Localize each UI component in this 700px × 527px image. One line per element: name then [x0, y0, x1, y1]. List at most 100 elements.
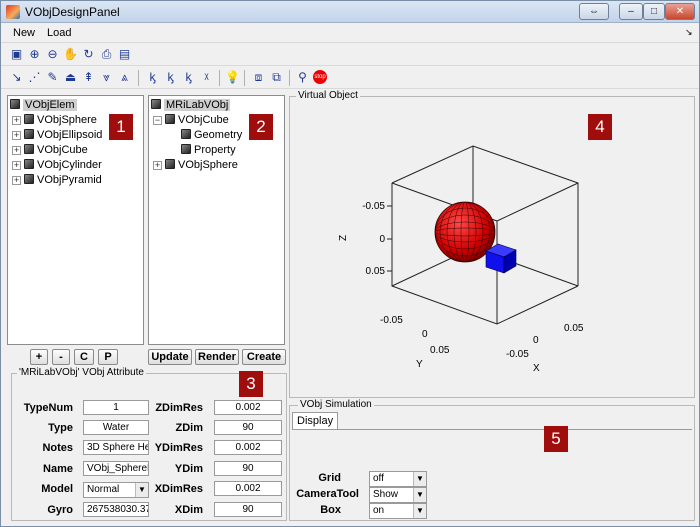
3d-viewport[interactable]: -0.05 0 0.05 Z -0.05 0 0.05 Y 0.05 0 -0.… [290, 101, 694, 396]
cube-icon [181, 129, 191, 139]
cube-icon [24, 159, 34, 169]
menu-load[interactable]: Load [47, 27, 71, 39]
tree-item-property[interactable]: Property [181, 143, 236, 158]
dropdown-arrow-icon[interactable]: ▼ [413, 504, 426, 518]
tool-e-icon[interactable]: ⩔ [99, 70, 114, 85]
tool-j-icon[interactable]: ᵡ [199, 70, 214, 85]
tool-i-icon[interactable]: ᶄ [181, 70, 196, 85]
tree-item-vobjsphere[interactable]: + VObjSphere [153, 158, 238, 173]
copy-button[interactable]: C [74, 349, 94, 365]
grid-select[interactable]: off ▼ [369, 471, 427, 487]
model-value: Normal [87, 484, 120, 495]
ydim-label: YDim [174, 463, 203, 475]
render-button[interactable]: Render [195, 349, 239, 365]
dropdown-arrow-icon[interactable]: ▼ [413, 472, 426, 486]
tree-item-geometry[interactable]: Geometry [181, 128, 242, 143]
tool-f-icon[interactable]: ⩓ [117, 70, 132, 85]
light-bulb-icon[interactable]: 💡 [225, 70, 240, 85]
tree-item-vobjcube[interactable]: + VObjCube [12, 143, 88, 158]
print-icon[interactable]: ⎙ [99, 47, 114, 62]
tool-c-icon[interactable]: ⏏ [63, 70, 78, 85]
y-axis-label: Y [416, 359, 423, 370]
add-button[interactable]: + [30, 349, 48, 365]
z-tick-label: -0.05 [362, 201, 385, 212]
tab-display[interactable]: Display [292, 412, 339, 429]
cube-frame-icon[interactable]: ⧉ [269, 70, 284, 85]
model-select[interactable]: Normal ▼ [83, 482, 149, 498]
tree-item-vobjpyramid[interactable]: + VObjPyramid [12, 173, 102, 188]
minimize-button[interactable]: – [619, 3, 643, 20]
update-button[interactable]: Update [148, 349, 192, 365]
grid-label: Grid [318, 472, 341, 484]
menu-new[interactable]: New [13, 27, 35, 39]
tool-h-icon[interactable]: ᶄ [163, 70, 178, 85]
type-field[interactable]: Water [83, 420, 149, 435]
legend-icon[interactable]: ▤ [117, 47, 132, 62]
collapse-icon[interactable]: − [153, 116, 162, 125]
x-tick-label: 0 [533, 335, 539, 346]
zdim-field[interactable]: 90 [214, 420, 282, 435]
zoom-out-icon[interactable]: ⊖ [45, 47, 60, 62]
tool-g-icon[interactable]: ᶄ [145, 70, 160, 85]
z-tick-label: 0.05 [366, 266, 386, 277]
dropdown-arrow-icon[interactable]: ▼ [135, 483, 148, 497]
tree-item-vobjellipsoid[interactable]: + VObjEllipsoid [12, 128, 102, 143]
cube-icon [24, 144, 34, 154]
x-axis-label: X [533, 363, 540, 374]
cameratool-select[interactable]: Show ▼ [369, 487, 427, 503]
tree-item-vobjsphere[interactable]: + VObjSphere [12, 113, 97, 128]
save-icon[interactable]: ▣ [9, 47, 24, 62]
title-bar: VObjDesignPanel ⇔ – □ ✕ [1, 1, 699, 23]
notes-field[interactable]: 3D Sphere Head [83, 440, 149, 455]
expand-icon[interactable]: + [12, 161, 21, 170]
expand-icon[interactable]: + [153, 161, 162, 170]
tree-item-vobjcube[interactable]: − VObjCube [153, 113, 229, 128]
create-button[interactable]: Create [242, 349, 286, 365]
ydimres-field[interactable]: 0.002 [214, 440, 282, 455]
rotate-icon[interactable]: ↻ [81, 47, 96, 62]
app-icon [6, 5, 20, 19]
ydim-field[interactable]: 90 [214, 461, 282, 476]
xdimres-field[interactable]: 0.002 [214, 481, 282, 496]
paste-button[interactable]: P [98, 349, 118, 365]
zdimres-label: ZDimRes [155, 402, 203, 414]
zdimres-field[interactable]: 0.002 [214, 400, 282, 415]
box-select[interactable]: on ▼ [369, 503, 427, 519]
z-tick-label: 0 [379, 234, 385, 245]
dropdown-arrow-icon[interactable]: ▼ [413, 488, 426, 502]
tree-item-label: VObjCube [37, 144, 88, 156]
typenum-field[interactable]: 1 [83, 400, 149, 415]
y-tick-label: 0.05 [430, 345, 450, 356]
tree-item-label: Property [194, 144, 236, 156]
tool-k-icon[interactable]: ⚲ [295, 70, 310, 85]
stop-icon[interactable]: stop [313, 70, 327, 84]
tool-b-icon[interactable]: ✎ [45, 70, 60, 85]
remove-button[interactable]: - [52, 349, 70, 365]
cube-3d-icon[interactable]: ⧈ [251, 70, 266, 85]
menu-bar: New Load ↘ [1, 24, 699, 43]
gyro-field[interactable]: 267538030.3797 [83, 502, 149, 517]
expand-icon[interactable]: + [12, 146, 21, 155]
tool-a-icon[interactable]: ⋰ [27, 70, 42, 85]
tree-item-label: VObjCylinder [37, 159, 102, 171]
tree-item-vobjcylinder[interactable]: + VObjCylinder [12, 158, 102, 173]
add-vertex-icon[interactable]: ↘ [9, 70, 24, 85]
cube-icon [24, 174, 34, 184]
badge-5: 5 [544, 426, 568, 452]
menu-overflow-icon[interactable]: ↘ [685, 27, 693, 38]
tree-root-vobjelem[interactable]: VObjElem [10, 98, 77, 113]
xdim-field[interactable]: 90 [214, 502, 282, 517]
expand-icon[interactable]: + [12, 116, 21, 125]
cube-icon [24, 129, 34, 139]
cube-object [485, 243, 517, 274]
name-field[interactable]: VObj_SphereHead [83, 461, 149, 476]
expand-icon[interactable]: + [12, 131, 21, 140]
tree-root-mrilabvobj[interactable]: MRiLabVObj [151, 98, 231, 113]
maximize-button[interactable]: □ [643, 3, 665, 20]
pan-icon[interactable]: ✋ [63, 47, 78, 62]
close-button[interactable]: ✕ [665, 3, 695, 20]
restore-icon[interactable]: ⇔ [579, 3, 609, 20]
tool-d-icon[interactable]: ⇞ [81, 70, 96, 85]
zoom-in-icon[interactable]: ⊕ [27, 47, 42, 62]
expand-icon[interactable]: + [12, 176, 21, 185]
